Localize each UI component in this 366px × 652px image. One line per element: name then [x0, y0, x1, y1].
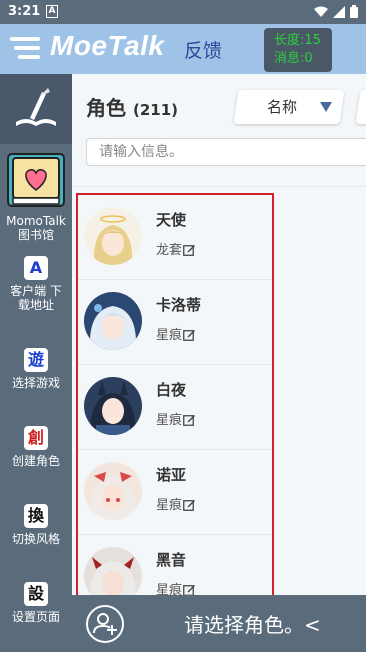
add-user-icon	[93, 613, 117, 635]
character-count: (211)	[132, 101, 178, 119]
counter-box: 长度:15 消息:0	[264, 28, 332, 72]
sidebar: MomoTalk图书馆 A 客户端 下载地址 遊 选择游戏 創 创建角色 換 切…	[0, 74, 72, 652]
edit-icon[interactable]	[183, 243, 196, 256]
avatar	[84, 207, 142, 265]
edit-icon[interactable]	[183, 413, 196, 426]
settings-badge-icon: 設	[24, 582, 48, 606]
message-counter: 消息:0	[274, 51, 313, 66]
sort-button[interactable]: 名称	[233, 90, 345, 124]
edit-icon[interactable]	[183, 498, 196, 511]
character-row[interactable]: 黑音 星痕	[78, 535, 272, 597]
bottom-bar: 请选择角色。<	[72, 595, 366, 652]
edit-icon[interactable]	[183, 328, 196, 341]
app-title[interactable]: MoeTalk	[50, 30, 165, 62]
length-counter: 长度:15	[274, 33, 321, 48]
sort-triangle-icon	[320, 102, 332, 112]
sidebar-item-label: 客户端 下载地址	[10, 284, 62, 312]
character-row[interactable]: 天使 龙套	[78, 195, 272, 280]
character-panel: 角色 (211) 名称 天使 龙套	[72, 74, 366, 599]
wifi-icon	[314, 6, 328, 17]
character-group: 龙套	[156, 239, 196, 258]
character-group: 星痕	[156, 494, 196, 513]
quill-book-icon	[16, 88, 56, 126]
character-name: 黑音	[156, 551, 187, 569]
book-heart-icon	[7, 153, 65, 207]
sidebar-item-label: 选择游戏	[11, 376, 60, 390]
battery-icon	[350, 5, 358, 18]
sidebar-item-label: 创建角色	[11, 454, 60, 468]
a-notification-icon: A	[46, 5, 58, 18]
character-row[interactable]: 白夜 星痕	[78, 365, 272, 450]
avatar	[84, 462, 142, 520]
sidebar-item-download[interactable]: A 客户端 下载地址	[0, 256, 72, 312]
character-name: 诺亚	[156, 466, 187, 484]
sidebar-item-switch-style[interactable]: 換 切换风格	[0, 504, 72, 546]
menu-icon[interactable]	[10, 37, 40, 61]
character-list: 天使 龙套 卡洛蒂 星痕 白夜 星痕 诺亚 星痕 黑音 星痕	[76, 193, 274, 599]
status-time: 3:21	[8, 4, 41, 19]
avatar	[84, 377, 142, 435]
character-name: 天使	[156, 211, 187, 229]
status-bar: 3:21 A	[0, 0, 366, 24]
character-row[interactable]: 诺亚 星痕	[78, 450, 272, 535]
switch-badge-icon: 換	[24, 504, 48, 528]
sidebar-item-label: MomoTalk图书馆	[6, 214, 66, 242]
sidebar-item-label: 设置页面	[11, 610, 60, 624]
sort-label: 名称	[266, 98, 297, 116]
search-input[interactable]	[86, 138, 366, 166]
avatar	[84, 292, 142, 350]
add-user-button[interactable]	[86, 605, 124, 643]
character-name: 卡洛蒂	[156, 296, 202, 314]
game-badge-icon: 遊	[24, 348, 48, 372]
character-group: 星痕	[156, 409, 196, 428]
character-name: 白夜	[156, 381, 187, 399]
title-text: 角色	[86, 96, 126, 120]
page-title: 角色 (211)	[86, 92, 178, 121]
system-icons	[314, 5, 358, 18]
app-header: MoeTalk 反馈 长度:15 消息:0	[0, 24, 366, 74]
create-badge-icon: 創	[24, 426, 48, 450]
character-row[interactable]: 卡洛蒂 星痕	[78, 280, 272, 365]
signal-icon	[333, 5, 345, 18]
divider	[72, 186, 366, 187]
sidebar-item-settings[interactable]: 設 设置页面	[0, 582, 72, 624]
sidebar-logo[interactable]	[0, 74, 72, 144]
sidebar-item-select-game[interactable]: 遊 选择游戏	[0, 348, 72, 390]
feedback-link[interactable]: 反馈	[184, 36, 222, 63]
sidebar-item-library[interactable]: MomoTalk图书馆	[0, 150, 72, 242]
sidebar-item-create-character[interactable]: 創 创建角色	[0, 426, 72, 468]
secondary-sort-button[interactable]	[355, 90, 366, 124]
sidebar-item-label: 切换风格	[11, 532, 60, 546]
download-badge-icon: A	[24, 256, 48, 280]
character-group: 星痕	[156, 324, 196, 343]
select-character-prompt[interactable]: 请选择角色。<	[184, 609, 321, 638]
avatar	[84, 547, 142, 597]
